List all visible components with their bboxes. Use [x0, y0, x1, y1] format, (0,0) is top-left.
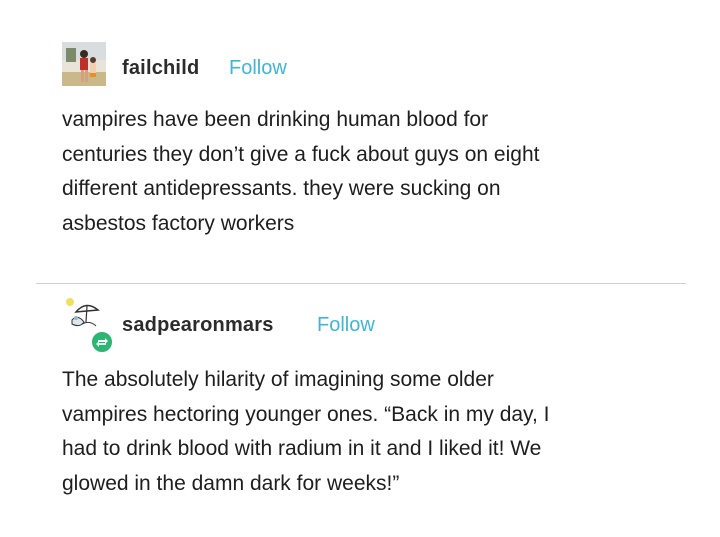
post-line: asbestos factory workers	[62, 211, 295, 235]
username[interactable]: failchild	[122, 57, 199, 80]
post-line: The absolutely hilarity of imagining som…	[62, 368, 494, 391]
post-header: failchild Follow	[0, 40, 720, 100]
person-on-beach-avatar-icon	[62, 42, 106, 86]
reblog-icon	[90, 330, 114, 354]
username[interactable]: sadpearonmars	[122, 314, 274, 337]
post-divider	[36, 283, 686, 284]
post-line: had to drink blood with radium in it and…	[62, 437, 542, 460]
post-line: vampires have been drinking human blood …	[62, 108, 489, 131]
follow-button[interactable]: Follow	[229, 57, 287, 80]
post-line: vampires hectoring younger ones. “Back i…	[62, 402, 550, 426]
post-line: glowed in the damn dark for weeks!”	[62, 471, 400, 495]
follow-button[interactable]: Follow	[317, 314, 375, 337]
post-failchild: failchild Follow vampires have been drin…	[0, 40, 720, 235]
avatar[interactable]	[62, 42, 106, 86]
post-body: vampires have been drinking human blood …	[62, 103, 682, 241]
post-line: centuries they don’t give a fuck about g…	[62, 142, 540, 166]
post-body: The absolutely hilarity of imagining som…	[62, 363, 682, 501]
post-line: different antidepressants. they were suc…	[62, 177, 501, 200]
